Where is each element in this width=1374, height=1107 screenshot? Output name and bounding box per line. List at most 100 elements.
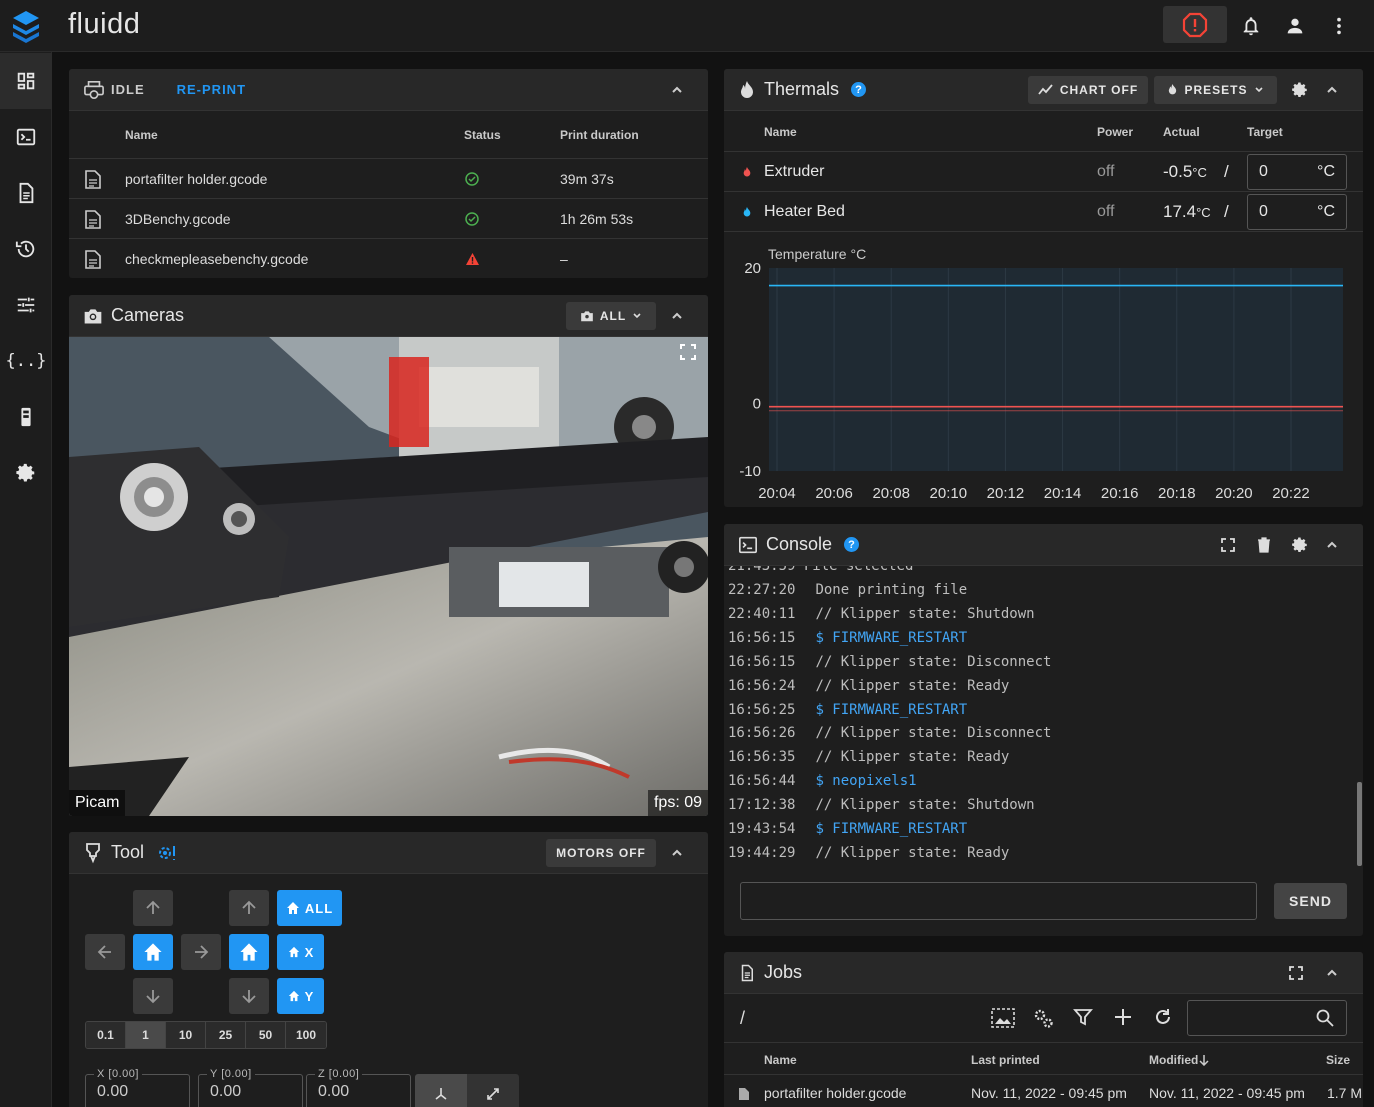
add-icon[interactable] [1113,1007,1133,1027]
thermals-settings-gear-icon[interactable] [1291,81,1309,99]
step-option[interactable]: 50 [246,1022,286,1048]
position-x-field[interactable]: X [0.00] 0.00 [85,1068,190,1107]
fullscreen-icon[interactable] [1221,537,1235,552]
chart-ylabel: Temperature °C [768,246,866,262]
x-tick-label: 20:10 [930,485,968,502]
table-row[interactable]: 3DBenchy.gcode 1h 26m 53s [69,198,708,238]
jobs-search-input[interactable] [1187,1000,1347,1036]
console-line: 17:12:38 // Klipper state: Shutdown [728,797,1035,813]
console-message[interactable]: $ neopixels1 [815,773,916,789]
heater-target-input[interactable]: 0 °C [1247,194,1347,230]
nav-jobs-icon[interactable] [0,165,52,221]
console-message[interactable]: $ FIRMWARE_RESTART [815,702,967,718]
fluidd-logo-icon[interactable] [0,0,52,52]
nav-configuration-icon[interactable]: {..} [0,333,52,389]
step-option[interactable]: 25 [206,1022,246,1048]
refresh-icon[interactable] [1153,1007,1173,1027]
nav-settings-icon[interactable] [0,445,52,501]
y-tick-label: 0 [753,395,761,412]
position-y-value: 0.00 [210,1083,242,1100]
heater-row[interactable]: Extruder off -0.5°C/0 °C [724,151,1363,191]
relative-mode-button[interactable] [467,1074,519,1107]
nav-system-icon[interactable] [0,389,52,445]
emergency-stop-button[interactable] [1163,6,1227,43]
col-name: Name [125,127,158,142]
collapse-chevron-icon[interactable] [1325,538,1339,552]
nav-dashboard-icon[interactable] [0,53,52,109]
jog-z-minus-button[interactable] [229,978,269,1014]
help-icon[interactable]: ? [851,82,867,97]
console-message[interactable]: $ FIRMWARE_RESTART [815,630,967,646]
motors-off-button[interactable]: MOTORS OFF [546,838,656,867]
home-all-button[interactable]: ALL [277,890,342,926]
jog-z-plus-button[interactable] [229,890,269,926]
sort-descending-icon[interactable] [1199,1054,1209,1066]
heater-target-unit: °C [1317,163,1335,180]
home-x-button[interactable]: X [277,934,324,970]
step-option[interactable]: 0.1 [86,1022,126,1048]
step-option[interactable]: 100 [286,1022,326,1048]
nav-console-icon[interactable] [0,109,52,165]
position-z-field[interactable]: Z [0.00] 0.00 [306,1068,411,1107]
presets-dropdown[interactable]: PRESETS [1154,75,1277,104]
collapse-chevron-icon[interactable] [670,846,684,860]
collapse-chevron-icon[interactable] [670,83,684,97]
console-icon [739,536,757,553]
step-option[interactable]: 10 [166,1022,206,1048]
position-y-field[interactable]: Y [0.00] 0.00 [198,1068,303,1107]
image-thumbnail-icon[interactable] [991,1008,1015,1028]
nav-tune-icon[interactable] [0,277,52,333]
console-message: // Klipper state: Disconnect [815,725,1052,742]
jog-x-plus-button[interactable] [181,934,221,970]
fullscreen-icon[interactable] [679,343,697,361]
console-timestamp: 22:27:20 [728,582,796,598]
more-menu-icon[interactable] [1325,12,1353,40]
jog-y-plus-button[interactable] [133,890,173,926]
help-icon[interactable]: ? [844,537,860,552]
y-tick-label: 20 [744,260,761,277]
camera-feed[interactable]: Picam fps: 09 [69,337,708,816]
chart-toggle-button[interactable]: CHART OFF [1028,75,1148,104]
gears-icon[interactable] [1032,1006,1056,1030]
home-y-button[interactable]: Y [277,978,324,1014]
home-z-button[interactable] [229,934,269,970]
table-row[interactable]: portafilter holder.gcode 39m 37s [69,158,708,198]
reprint-button[interactable]: RE-PRINT [177,82,246,97]
trash-icon[interactable] [1257,536,1271,553]
console-line: 19:44:29 // Klipper state: Ready [728,845,1009,861]
user-account-icon[interactable] [1281,12,1309,40]
absolute-mode-button[interactable] [415,1074,467,1107]
app-title: fluidd [68,8,141,40]
console-settings-gear-icon[interactable] [1291,536,1309,554]
table-row[interactable]: portafilter holder.gcode Nov. 11, 2022 -… [724,1074,1363,1107]
collapse-chevron-icon[interactable] [670,309,684,323]
console-command-input[interactable] [740,882,1257,920]
job-size: 1.7 MB [1327,1085,1363,1101]
nav-history-icon[interactable] [0,221,52,277]
job-name: portafilter holder.gcode [764,1085,907,1101]
file-document-icon [741,964,753,981]
fire-icon [741,80,753,98]
fullscreen-icon[interactable] [1289,965,1303,980]
collapse-chevron-icon[interactable] [1325,966,1339,980]
position-z-value: 0.00 [318,1083,350,1100]
home-xy-button[interactable] [133,934,173,970]
heater-actual: -0.5°C [1163,162,1207,182]
notifications-bell-icon[interactable] [1237,12,1265,40]
step-option-selected[interactable]: 1 [126,1022,166,1048]
heater-power: off [1097,202,1115,220]
heater-row[interactable]: Heater Bed off 17.4°C/0 °C [724,191,1363,231]
console-message[interactable]: $ FIRMWARE_RESTART [815,821,967,837]
status-table-header: Name Status Print duration [69,111,708,158]
heater-target-input[interactable]: 0 °C [1247,154,1347,190]
filter-icon[interactable] [1073,1007,1093,1027]
console-scrollbar[interactable] [1357,782,1362,866]
camera-filter-dropdown[interactable]: ALL [566,301,656,330]
collapse-chevron-icon[interactable] [1325,83,1339,97]
console-send-button[interactable]: SEND [1274,883,1347,919]
table-row[interactable]: checkmepleasebenchy.gcode – [69,238,708,278]
jog-x-minus-button[interactable] [85,934,125,970]
jog-y-minus-button[interactable] [133,978,173,1014]
move-mode-toggle [415,1074,519,1107]
tool-settings-cog-icon[interactable] [156,843,178,863]
